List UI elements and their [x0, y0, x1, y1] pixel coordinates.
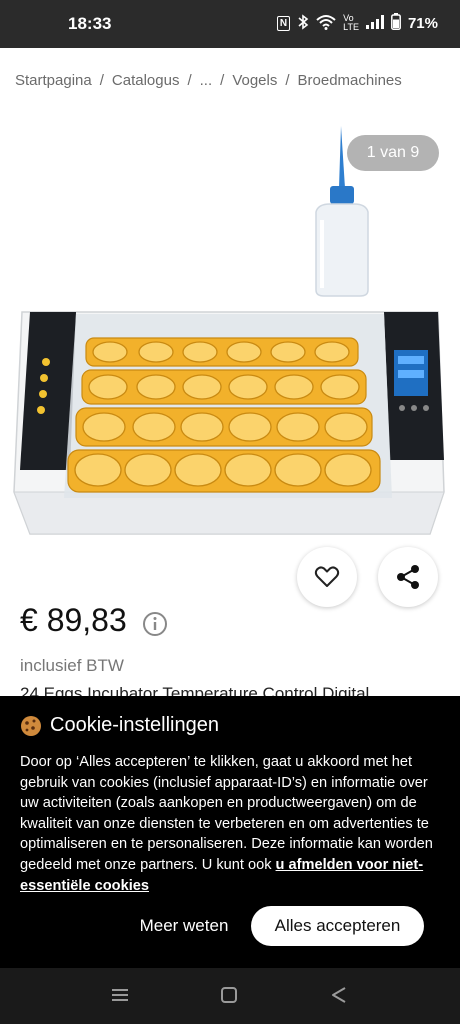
nfc-icon: N [276, 15, 291, 31]
favorite-button[interactable] [297, 547, 357, 607]
status-bar: 18:33 N Vo LTE 71% [0, 0, 460, 48]
product-price: € 89,83 [20, 602, 127, 638]
status-icons: N Vo LTE 71% [276, 13, 438, 33]
cookie-dialog-title: Cookie-instellingen [20, 714, 219, 737]
info-icon[interactable] [142, 611, 168, 637]
volte-icon: Vo LTE [343, 13, 359, 32]
wifi-icon [316, 14, 336, 33]
cookie-icon [21, 715, 41, 736]
product-image [13, 126, 445, 535]
image-counter: 1 van 9 [347, 135, 439, 171]
back-icon[interactable] [330, 986, 348, 1004]
battery-icon [391, 13, 401, 33]
breadcrumb-birds[interactable]: Vogels [232, 72, 277, 89]
heart-icon [314, 566, 340, 587]
cookie-dialog: Cookie-instellingen Door op ‘Alles accep… [0, 696, 460, 968]
bluetooth-icon [297, 13, 309, 33]
breadcrumb-catalog[interactable]: Catalogus [112, 72, 180, 89]
share-button[interactable] [378, 547, 438, 607]
share-icon [397, 565, 419, 589]
breadcrumb-incubators[interactable]: Broedmachines [298, 72, 402, 89]
battery-level: 71% [407, 14, 438, 32]
recent-apps-icon[interactable] [111, 986, 129, 1004]
product-image-gallery[interactable] [0, 110, 460, 550]
cookie-dialog-body: Door op ‘Alles accepteren’ te klikken, g… [20, 752, 440, 896]
learn-more-button[interactable]: Meer weten [128, 908, 240, 944]
clock: 18:33 [68, 14, 112, 33]
home-icon[interactable] [220, 986, 238, 1004]
cookie-title-text: Cookie-instellingen [50, 714, 219, 736]
breadcrumb-ellipsis[interactable]: ... [200, 72, 213, 89]
breadcrumb: Startpagina / Catalogus /... / Vogels / Broedma… [15, 72, 402, 89]
signal-icon [365, 14, 384, 32]
accept-all-button[interactable]: Alles accepteren [251, 906, 424, 946]
system-nav-bar [0, 968, 460, 1024]
incubator-illustration [13, 311, 445, 535]
vat-note: inclusief BTW [20, 656, 124, 675]
cookie-body-text: Door op ‘Alles accepteren’ te klikken, g… [20, 754, 433, 873]
breadcrumb-home[interactable]: Startpagina [15, 72, 92, 89]
